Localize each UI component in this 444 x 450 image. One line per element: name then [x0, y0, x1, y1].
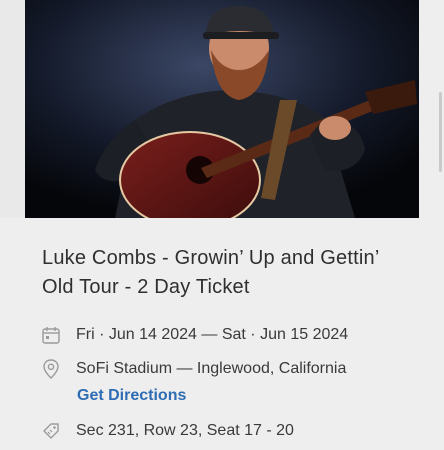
image-left-gutter [0, 0, 25, 218]
event-seats-text: Sec 231, Row 23, Seat 17 - 20 [76, 422, 294, 439]
calendar-icon [40, 324, 62, 346]
location-pin-icon [40, 358, 62, 380]
ticket-tag-icon [40, 420, 62, 442]
performer-photo-illustration [25, 0, 419, 218]
event-venue-text: SoFi Stadium — Inglewood, California [76, 360, 347, 377]
page-scrollbar[interactable] [439, 92, 442, 172]
event-photo[interactable] [25, 0, 419, 218]
event-title-line-1: Luke Combs - Growin’ Up and Gettin’ [42, 247, 380, 269]
event-date-text: Fri · Jun 14 2024 — Sat · Jun 15 2024 [76, 326, 349, 343]
event-date-row: Fri · Jun 14 2024 — Sat · Jun 15 2024 [40, 324, 430, 346]
ticket-listing-page: Luke Combs - Growin’ Up and Gettin’ Old … [0, 0, 444, 450]
get-directions-link[interactable]: Get Directions [77, 385, 186, 407]
event-seats-row: Sec 231, Row 23, Seat 17 - 20 [40, 420, 430, 442]
event-title-line-2: Old Tour - 2 Day Ticket [42, 276, 250, 298]
event-title: Luke Combs - Growin’ Up and Gettin’ Old … [42, 244, 422, 302]
event-venue-row: SoFi Stadium — Inglewood, California [40, 358, 430, 380]
